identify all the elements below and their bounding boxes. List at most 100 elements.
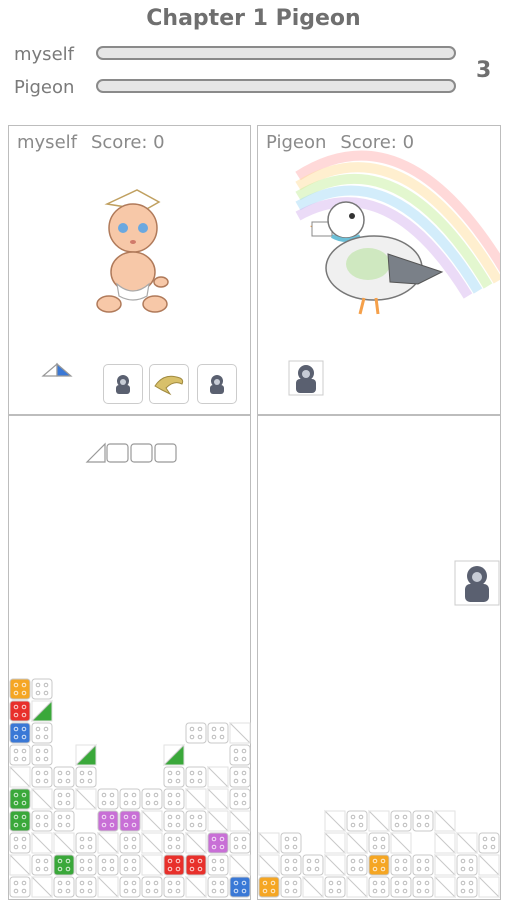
pigeon-info-panel: Pigeon Score: 0	[257, 125, 501, 415]
square-block	[97, 854, 119, 876]
next-piece-icon	[41, 362, 73, 377]
triangle-block	[302, 875, 325, 898]
square-block	[280, 832, 302, 854]
square-block	[390, 854, 412, 876]
triangle-block	[346, 875, 369, 898]
square-block	[207, 722, 229, 744]
square-block	[478, 832, 500, 854]
triangle-block	[9, 765, 32, 788]
square-block	[141, 788, 163, 810]
square-block	[368, 832, 390, 854]
square-block	[229, 876, 251, 898]
square-block	[185, 766, 207, 788]
square-block	[456, 854, 478, 876]
myself-info-panel: myself Score: 0	[8, 125, 251, 415]
square-block	[9, 722, 31, 744]
triangle-block	[368, 809, 391, 832]
square-block	[368, 876, 390, 898]
square-block	[185, 810, 207, 832]
triangle-block	[478, 875, 501, 898]
player-label-pigeon: Pigeon	[14, 77, 75, 98]
item-slot-2[interactable]	[149, 364, 189, 404]
pigeon-falling-item	[454, 560, 500, 610]
square-block	[75, 766, 97, 788]
gorilla-icon	[454, 560, 500, 606]
myself-name: myself	[17, 132, 77, 153]
triangle-block	[162, 743, 185, 766]
square-block	[9, 876, 31, 898]
triangle-block	[185, 787, 208, 810]
myself-grid	[9, 656, 252, 901]
triangle-block	[229, 853, 252, 876]
grid-svg	[9, 678, 252, 898]
triangle-block	[75, 787, 98, 810]
square-block	[163, 876, 185, 898]
triangle-block	[456, 831, 479, 854]
triangle-block	[141, 831, 164, 854]
baby-character	[96, 189, 169, 313]
triangle-block	[141, 853, 164, 876]
item-slot-1[interactable]	[103, 364, 143, 404]
myself-panel-title: myself Score: 0	[17, 132, 165, 153]
square-block	[229, 832, 251, 854]
pigeon-board	[257, 415, 501, 900]
pigeon-name: Pigeon	[266, 132, 327, 153]
square-block	[97, 788, 119, 810]
gorilla-icon	[116, 375, 130, 394]
square-block	[9, 678, 31, 700]
square-block	[346, 854, 368, 876]
triangle-block	[390, 831, 413, 854]
pigeon-character	[310, 201, 444, 315]
square-block	[185, 722, 207, 744]
square-block	[9, 810, 31, 832]
square-block	[163, 810, 185, 832]
triangle-block	[207, 765, 230, 788]
item-slot-3[interactable]	[197, 364, 237, 404]
chapter-title: Chapter 1 Pigeon	[146, 6, 361, 31]
triangle-block	[185, 875, 208, 898]
square-block	[75, 832, 97, 854]
triangle-block	[185, 831, 208, 854]
triangle-block	[258, 831, 281, 854]
square-block	[368, 854, 390, 876]
square-block	[9, 788, 31, 810]
square-block	[31, 810, 53, 832]
square-block	[280, 854, 302, 876]
square-block	[229, 744, 251, 766]
square-block	[53, 876, 75, 898]
triangle-block	[207, 809, 230, 832]
progress-bar-pigeon	[96, 79, 456, 93]
triangle-block	[31, 787, 54, 810]
square-block	[163, 788, 185, 810]
square-block	[31, 744, 53, 766]
triangle-block	[229, 721, 252, 744]
square-block	[412, 854, 434, 876]
triangle-block	[229, 809, 252, 832]
square-block	[75, 876, 97, 898]
square-block	[9, 832, 31, 854]
square-block	[207, 876, 229, 898]
triangle-block	[434, 809, 457, 832]
square-block	[53, 788, 75, 810]
square-block	[324, 876, 346, 898]
triangle-block	[324, 853, 347, 876]
square-block	[119, 788, 141, 810]
myself-board[interactable]	[8, 415, 252, 901]
triangle-block	[258, 853, 281, 876]
square-block	[119, 854, 141, 876]
square-block	[119, 810, 141, 832]
triangle-block	[31, 875, 54, 898]
square-block	[280, 876, 302, 898]
round-counter: 3	[476, 58, 492, 83]
square-block	[119, 876, 141, 898]
square-block	[31, 854, 53, 876]
square-block	[53, 810, 75, 832]
pigeon-item-slot-1	[288, 360, 324, 400]
square-block	[207, 832, 229, 854]
square-block	[163, 854, 185, 876]
pigeon-score: Score: 0	[340, 132, 415, 153]
triangle-block	[324, 831, 347, 854]
gorilla-icon	[210, 375, 224, 394]
square-block	[390, 876, 412, 898]
player-label-myself: myself	[14, 44, 74, 65]
